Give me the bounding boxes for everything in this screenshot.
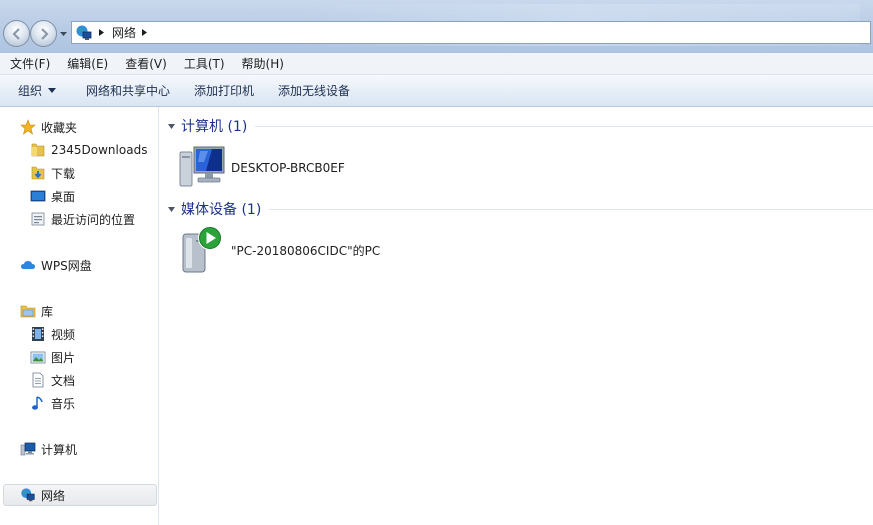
sidebar-item-favorites[interactable]: 收藏夹 [0,116,159,138]
command-bar: 组织 网络和共享中心 添加打印机 添加无线设备 [0,75,873,107]
add-printer-button[interactable]: 添加打印机 [182,82,266,99]
arrow-left-icon [11,27,20,40]
menu-view[interactable]: 查看(V) [115,55,174,72]
sidebar-item-downloads[interactable]: 下载 [0,162,159,184]
sidebar-item-computer[interactable]: 计算机 [0,438,159,460]
sidebar-item-label: 收藏夹 [41,120,78,135]
group-title: 计算机 (1) [181,119,248,135]
network-icon [76,25,92,40]
network-center-button[interactable]: 网络和共享中心 [74,82,182,99]
menu-bar: 文件(F) 编辑(E) 查看(V) 工具(T) 帮助(H) [0,53,873,75]
group-divider [269,208,873,210]
sidebar-item-pictures[interactable]: 图片 [0,346,159,368]
sidebar-item-recent-places[interactable]: 最近访问的位置 [0,208,159,230]
chevron-right-icon[interactable] [140,28,149,37]
sidebar-item-label: 计算机 [41,442,78,457]
media-device-item-label: "PC-20180806CIDC"的PC [231,243,381,258]
sidebar-item-label: 最近访问的位置 [51,212,136,227]
sidebar-item-label: 视频 [51,327,76,342]
sidebar-item-label: WPS网盘 [41,258,92,273]
menu-tools[interactable]: 工具(T) [174,55,232,72]
back-button[interactable] [3,20,30,47]
media-device-item[interactable]: "PC-20180806CIDC"的PC [178,224,380,276]
sidebar-item-network[interactable]: 网络 [3,484,157,506]
sidebar-item-videos[interactable]: 视频 [0,323,159,345]
sidebar-item-label: 库 [41,304,54,319]
recent-places-icon [31,212,45,226]
sidebar-item-label: 2345Downloads [51,143,148,157]
document-icon [32,372,44,388]
menu-help[interactable]: 帮助(H) [232,55,291,72]
organize-button[interactable]: 组织 [0,82,74,99]
computer-item-label: DESKTOP-BRCB0EF [231,161,345,175]
sidebar-item-label: 下载 [51,166,76,181]
chevron-right-icon[interactable] [97,28,106,37]
group-divider [255,125,873,127]
group-title: 媒体设备 (1) [181,202,262,218]
downloads-folder-icon [31,166,45,180]
sidebar-item-label: 网络 [41,488,66,503]
title-bar: 网络 [0,0,873,53]
computer-icon [20,442,36,456]
sidebar-item-wps-cloud[interactable]: WPS网盘 [0,254,159,276]
sidebar-item-music[interactable]: 音乐 [0,392,159,414]
sidebar-item-libraries[interactable]: 库 [0,300,159,322]
menu-edit[interactable]: 编辑(E) [57,55,115,72]
star-icon [20,119,36,135]
cloud-icon [21,261,35,269]
arrow-right-icon [40,27,49,40]
sidebar-item-label: 图片 [51,350,76,365]
breadcrumb-network[interactable]: 网络 [112,24,136,41]
recent-pages-dropdown-icon[interactable] [59,29,68,38]
group-header-computers[interactable]: 计算机 (1) [160,116,873,136]
add-wireless-button[interactable]: 添加无线设备 [266,82,362,99]
group-header-media-devices[interactable]: 媒体设备 (1) [160,199,873,219]
music-note-icon [32,396,43,410]
folder-icon [31,143,45,157]
forward-button[interactable] [30,20,57,47]
content-pane: 计算机 (1) DESKTOP-BRCB0EF 媒体设备 (1) "PC-201… [160,107,873,525]
library-icon [20,305,36,318]
network-icon [21,488,35,502]
menu-file[interactable]: 文件(F) [0,55,57,72]
computer-icon [179,146,225,187]
organize-label: 组织 [18,84,43,98]
sidebar-item-label: 文档 [51,373,76,388]
collapse-triangle-icon[interactable] [167,205,176,214]
caret-down-icon [48,87,57,93]
picture-icon [30,351,46,364]
sidebar-item-label: 音乐 [51,396,76,411]
address-bar[interactable]: 网络 [71,21,871,44]
computer-item[interactable]: DESKTOP-BRCB0EF [178,142,345,194]
sidebar-item-desktop[interactable]: 桌面 [0,185,159,207]
media-device-icon [182,226,222,273]
film-icon [32,327,44,341]
collapse-triangle-icon[interactable] [167,122,176,131]
sidebar-item-2345downloads[interactable]: 2345Downloads [0,139,159,161]
navigation-pane: 收藏夹 2345Downloads 下载 桌面 最近访问的位置 WPS网盘 库 … [0,107,159,525]
sidebar-item-label: 桌面 [51,189,76,204]
desktop-icon [30,190,46,202]
sidebar-item-documents[interactable]: 文档 [0,369,159,391]
